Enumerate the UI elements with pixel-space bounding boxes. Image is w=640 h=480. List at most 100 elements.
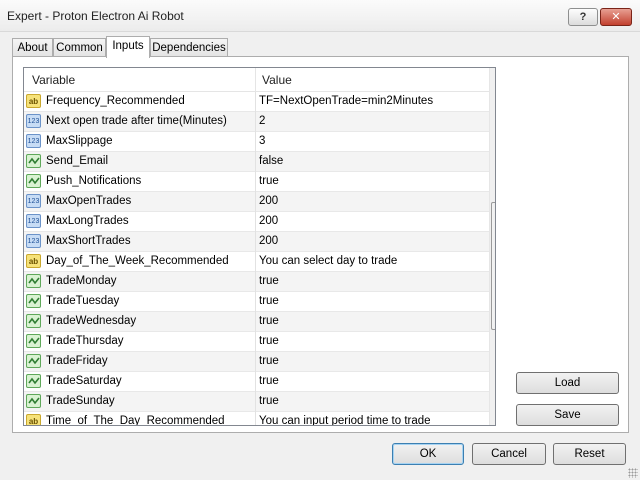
table-row[interactable]: TradeWednesday true bbox=[24, 312, 489, 332]
variable-name: TradeMonday bbox=[46, 275, 117, 287]
scroll-thumb[interactable] bbox=[491, 202, 496, 330]
bool-type-icon bbox=[26, 394, 41, 408]
cell-divider bbox=[255, 212, 256, 232]
table-row[interactable]: ab Frequency_Recommended TF=NextOpenTrade=… bbox=[24, 92, 489, 112]
variable-name: TradeSunday bbox=[46, 395, 115, 407]
variable-value[interactable]: true bbox=[259, 315, 279, 327]
table-row[interactable]: 123 MaxLongTrades 200 bbox=[24, 212, 489, 232]
bool-type-icon bbox=[26, 334, 41, 348]
table-row[interactable]: 123 MaxSlippage 3 bbox=[24, 132, 489, 152]
tab-common[interactable]: Common bbox=[53, 38, 106, 57]
bool-type-icon bbox=[26, 354, 41, 368]
cell-divider bbox=[255, 112, 256, 132]
table-row[interactable]: ab Day_of_The_Week_Recommended You can sel… bbox=[24, 252, 489, 272]
string-type-icon: ab bbox=[26, 254, 41, 268]
variable-value[interactable]: You can input period time to trade bbox=[259, 415, 431, 425]
column-header-variable[interactable]: Variable bbox=[32, 73, 75, 87]
string-type-icon: ab bbox=[26, 414, 41, 425]
bool-type-icon bbox=[26, 154, 41, 168]
variable-name: TradeThursday bbox=[46, 335, 124, 347]
help-button[interactable]: ? bbox=[568, 8, 598, 26]
variable-name: MaxSlippage bbox=[46, 135, 113, 147]
variable-value[interactable]: 200 bbox=[259, 215, 278, 227]
table-row[interactable]: 123 MaxOpenTrades 200 bbox=[24, 192, 489, 212]
table-row[interactable]: Push_Notifications true bbox=[24, 172, 489, 192]
cell-divider bbox=[255, 172, 256, 192]
string-type-icon: ab bbox=[26, 94, 41, 108]
table-row[interactable]: Send_Email false bbox=[24, 152, 489, 172]
variable-value[interactable]: 200 bbox=[259, 235, 278, 247]
save-button[interactable]: Save bbox=[516, 404, 619, 426]
table-row[interactable]: TradeSaturday true bbox=[24, 372, 489, 392]
table-row[interactable]: TradeThursday true bbox=[24, 332, 489, 352]
variable-name: MaxShortTrades bbox=[46, 235, 131, 247]
table-row[interactable]: TradeTuesday true bbox=[24, 292, 489, 312]
vertical-scrollbar[interactable]: ▲ ▼ bbox=[489, 68, 496, 425]
table-row[interactable]: 123 MaxShortTrades 200 bbox=[24, 232, 489, 252]
cell-divider bbox=[255, 272, 256, 292]
ok-button[interactable]: OK bbox=[392, 443, 464, 465]
cell-divider bbox=[255, 132, 256, 152]
variable-value[interactable]: true bbox=[259, 295, 279, 307]
table-row[interactable]: TradeSunday true bbox=[24, 392, 489, 412]
cell-divider bbox=[255, 252, 256, 272]
load-button[interactable]: Load bbox=[516, 372, 619, 394]
variable-value[interactable]: true bbox=[259, 335, 279, 347]
cell-divider bbox=[255, 232, 256, 252]
variable-value[interactable]: true bbox=[259, 175, 279, 187]
bool-type-icon bbox=[26, 294, 41, 308]
bool-type-icon bbox=[26, 374, 41, 388]
variable-value[interactable]: 200 bbox=[259, 195, 278, 207]
cell-divider bbox=[255, 412, 256, 425]
tab-inputs[interactable]: Inputs bbox=[106, 36, 150, 58]
number-type-icon: 123 bbox=[26, 114, 41, 128]
cell-divider bbox=[255, 392, 256, 412]
variable-value[interactable]: true bbox=[259, 275, 279, 287]
variable-value[interactable]: 2 bbox=[259, 115, 265, 127]
bool-type-icon bbox=[26, 274, 41, 288]
table-row[interactable]: 123 Next open trade after time(Minutes) 2 bbox=[24, 112, 489, 132]
scroll-up-arrow-icon[interactable]: ▲ bbox=[490, 68, 495, 85]
cell-divider bbox=[255, 332, 256, 352]
variable-name: TradeSaturday bbox=[46, 375, 122, 387]
variable-name: Send_Email bbox=[46, 155, 109, 167]
bool-type-icon bbox=[26, 174, 41, 188]
bool-type-icon bbox=[26, 314, 41, 328]
window-title: Expert - Proton Electron Ai Robot bbox=[7, 9, 184, 23]
inputs-panel: Variable Value ab Frequency_Recommended TF… bbox=[12, 56, 629, 433]
variable-name: TradeTuesday bbox=[46, 295, 120, 307]
scroll-down-arrow-icon[interactable]: ▼ bbox=[490, 408, 495, 425]
variable-value[interactable]: true bbox=[259, 395, 279, 407]
table-row[interactable]: ab Time_of_The_Day_Recommended You can inp… bbox=[24, 412, 489, 425]
close-button[interactable]: ✕ bbox=[600, 8, 632, 26]
variable-name: Push_Notifications bbox=[46, 175, 142, 187]
variable-value[interactable]: TF=NextOpenTrade=min2Minutes bbox=[259, 95, 433, 107]
column-header-value[interactable]: Value bbox=[262, 73, 292, 87]
variable-name: Next open trade after time(Minutes) bbox=[46, 115, 227, 127]
tab-dependencies[interactable]: Dependencies bbox=[150, 38, 228, 57]
inputs-grid: Variable Value ab Frequency_Recommended TF… bbox=[23, 67, 496, 426]
table-row[interactable]: TradeMonday true bbox=[24, 272, 489, 292]
variable-value[interactable]: false bbox=[259, 155, 283, 167]
grip-icon bbox=[495, 261, 496, 268]
cell-divider bbox=[255, 192, 256, 212]
table-row[interactable]: TradeFriday true bbox=[24, 352, 489, 372]
variable-value[interactable]: You can select day to trade bbox=[259, 255, 397, 267]
cell-divider bbox=[255, 312, 256, 332]
cell-divider bbox=[255, 352, 256, 372]
grid-rows: ab Frequency_Recommended TF=NextOpenTrade=… bbox=[24, 92, 489, 425]
variable-value[interactable]: 3 bbox=[259, 135, 265, 147]
cell-divider bbox=[255, 372, 256, 392]
tab-about[interactable]: About bbox=[12, 38, 53, 57]
variable-name: MaxOpenTrades bbox=[46, 195, 132, 207]
variable-name: Day_of_The_Week_Recommended bbox=[46, 255, 229, 267]
variable-value[interactable]: true bbox=[259, 355, 279, 367]
variable-name: MaxLongTrades bbox=[46, 215, 129, 227]
reset-button[interactable]: Reset bbox=[553, 443, 626, 465]
title-bar: Expert - Proton Electron Ai Robot ? ✕ bbox=[0, 0, 640, 32]
cancel-button[interactable]: Cancel bbox=[472, 443, 546, 465]
resize-grip-icon[interactable] bbox=[628, 468, 638, 478]
variable-value[interactable]: true bbox=[259, 375, 279, 387]
number-type-icon: 123 bbox=[26, 234, 41, 248]
column-divider[interactable] bbox=[255, 68, 256, 92]
